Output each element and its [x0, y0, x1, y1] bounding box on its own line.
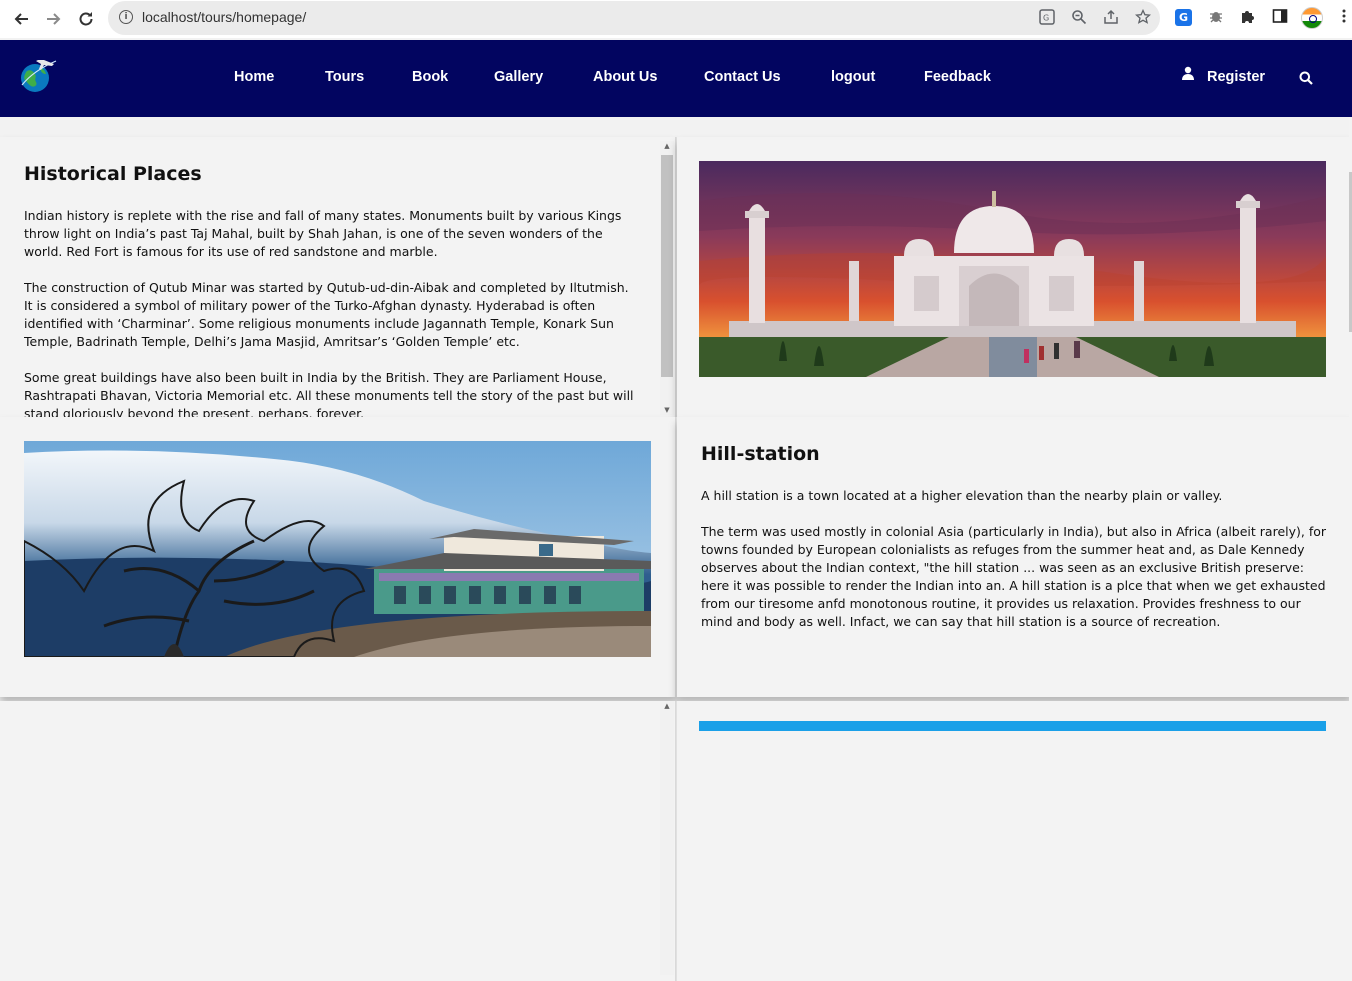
- side-panel-icon[interactable]: [1270, 8, 1290, 28]
- nav-contact-us[interactable]: Contact Us: [704, 69, 781, 85]
- nav-logout[interactable]: logout: [831, 69, 875, 85]
- third-row-image-card: [677, 701, 1352, 981]
- search-icon[interactable]: [1299, 71, 1313, 85]
- taj-mahal-card: [677, 137, 1352, 417]
- nav-book[interactable]: Book: [412, 69, 448, 85]
- nav-gallery[interactable]: Gallery: [494, 69, 543, 85]
- historical-scrollbar[interactable]: ▲ ▼: [660, 141, 674, 415]
- nav-home[interactable]: Home: [234, 69, 274, 85]
- register-label: Register: [1207, 69, 1266, 85]
- nav-tours[interactable]: Tours: [325, 69, 364, 85]
- hill-station-text: Hill-station A hill station is a town lo…: [701, 443, 1331, 697]
- historical-paragraph-2: The construction of Qutub Minar was star…: [24, 280, 629, 349]
- profile-avatar[interactable]: [1301, 7, 1323, 29]
- historical-paragraph-3: Some great buildings have also been buil…: [24, 370, 634, 417]
- site-navbar: Home Tours Book Gallery About Us Contact…: [0, 40, 1352, 117]
- hill-station-title: Hill-station: [701, 443, 820, 465]
- reload-icon[interactable]: [74, 7, 98, 31]
- hill-station-image: [24, 441, 651, 657]
- third-row: ▲: [0, 701, 1352, 981]
- scroll-down-arrow-icon[interactable]: ▼: [660, 405, 674, 415]
- historical-places-text[interactable]: Historical Places Indian history is repl…: [24, 163, 636, 417]
- back-arrow-icon[interactable]: [9, 7, 33, 31]
- forward-arrow-icon[interactable]: [42, 7, 66, 31]
- star-icon[interactable]: [1134, 8, 1152, 27]
- hill-station-paragraph-2: The term was used mostly in colonial Asi…: [701, 524, 1327, 629]
- historical-paragraph-1: Indian history is replete with the rise …: [24, 208, 622, 259]
- kebab-menu-icon[interactable]: [1334, 8, 1352, 28]
- third-row-text-card: ▲: [0, 701, 676, 981]
- info-icon[interactable]: i: [119, 10, 133, 24]
- taj-mahal-image: [699, 161, 1326, 377]
- travel-logo[interactable]: [18, 55, 58, 95]
- address-bar[interactable]: i localhost/tours/homepage/ G: [108, 1, 1160, 35]
- scroll-up-arrow-icon[interactable]: ▲: [660, 701, 674, 711]
- user-icon: [1182, 66, 1194, 80]
- url-text: localhost/tours/homepage/: [142, 9, 307, 25]
- third-row-scrollbar[interactable]: ▲: [660, 701, 674, 975]
- browser-toolbar: i localhost/tours/homepage/ G G: [0, 0, 1352, 38]
- historical-places-title: Historical Places: [24, 163, 202, 185]
- scroll-up-arrow-icon[interactable]: ▲: [660, 141, 674, 151]
- google-translate-extension-icon[interactable]: G: [1175, 9, 1192, 26]
- hill-station-image-card: [0, 417, 676, 697]
- nav-about-us[interactable]: About Us: [593, 69, 657, 85]
- nav-feedback[interactable]: Feedback: [924, 69, 991, 85]
- zoom-icon[interactable]: [1070, 9, 1088, 27]
- puzzle-extensions-icon[interactable]: [1238, 8, 1258, 28]
- scroll-thumb[interactable]: [661, 155, 673, 377]
- historical-places-row: Historical Places Indian history is repl…: [0, 137, 1352, 417]
- share-icon[interactable]: [1102, 9, 1120, 27]
- hill-station-card: Hill-station A hill station is a town lo…: [677, 417, 1352, 697]
- translate-icon[interactable]: G: [1038, 9, 1056, 27]
- svg-text:G: G: [1043, 14, 1049, 23]
- historical-places-card: Historical Places Indian history is repl…: [0, 137, 676, 417]
- hill-station-paragraph-1: A hill station is a town located at a hi…: [701, 488, 1223, 503]
- bug-extension-icon[interactable]: [1206, 8, 1226, 28]
- hill-station-row: Hill-station A hill station is a town lo…: [0, 417, 1352, 697]
- register-link[interactable]: Register: [1182, 66, 1266, 85]
